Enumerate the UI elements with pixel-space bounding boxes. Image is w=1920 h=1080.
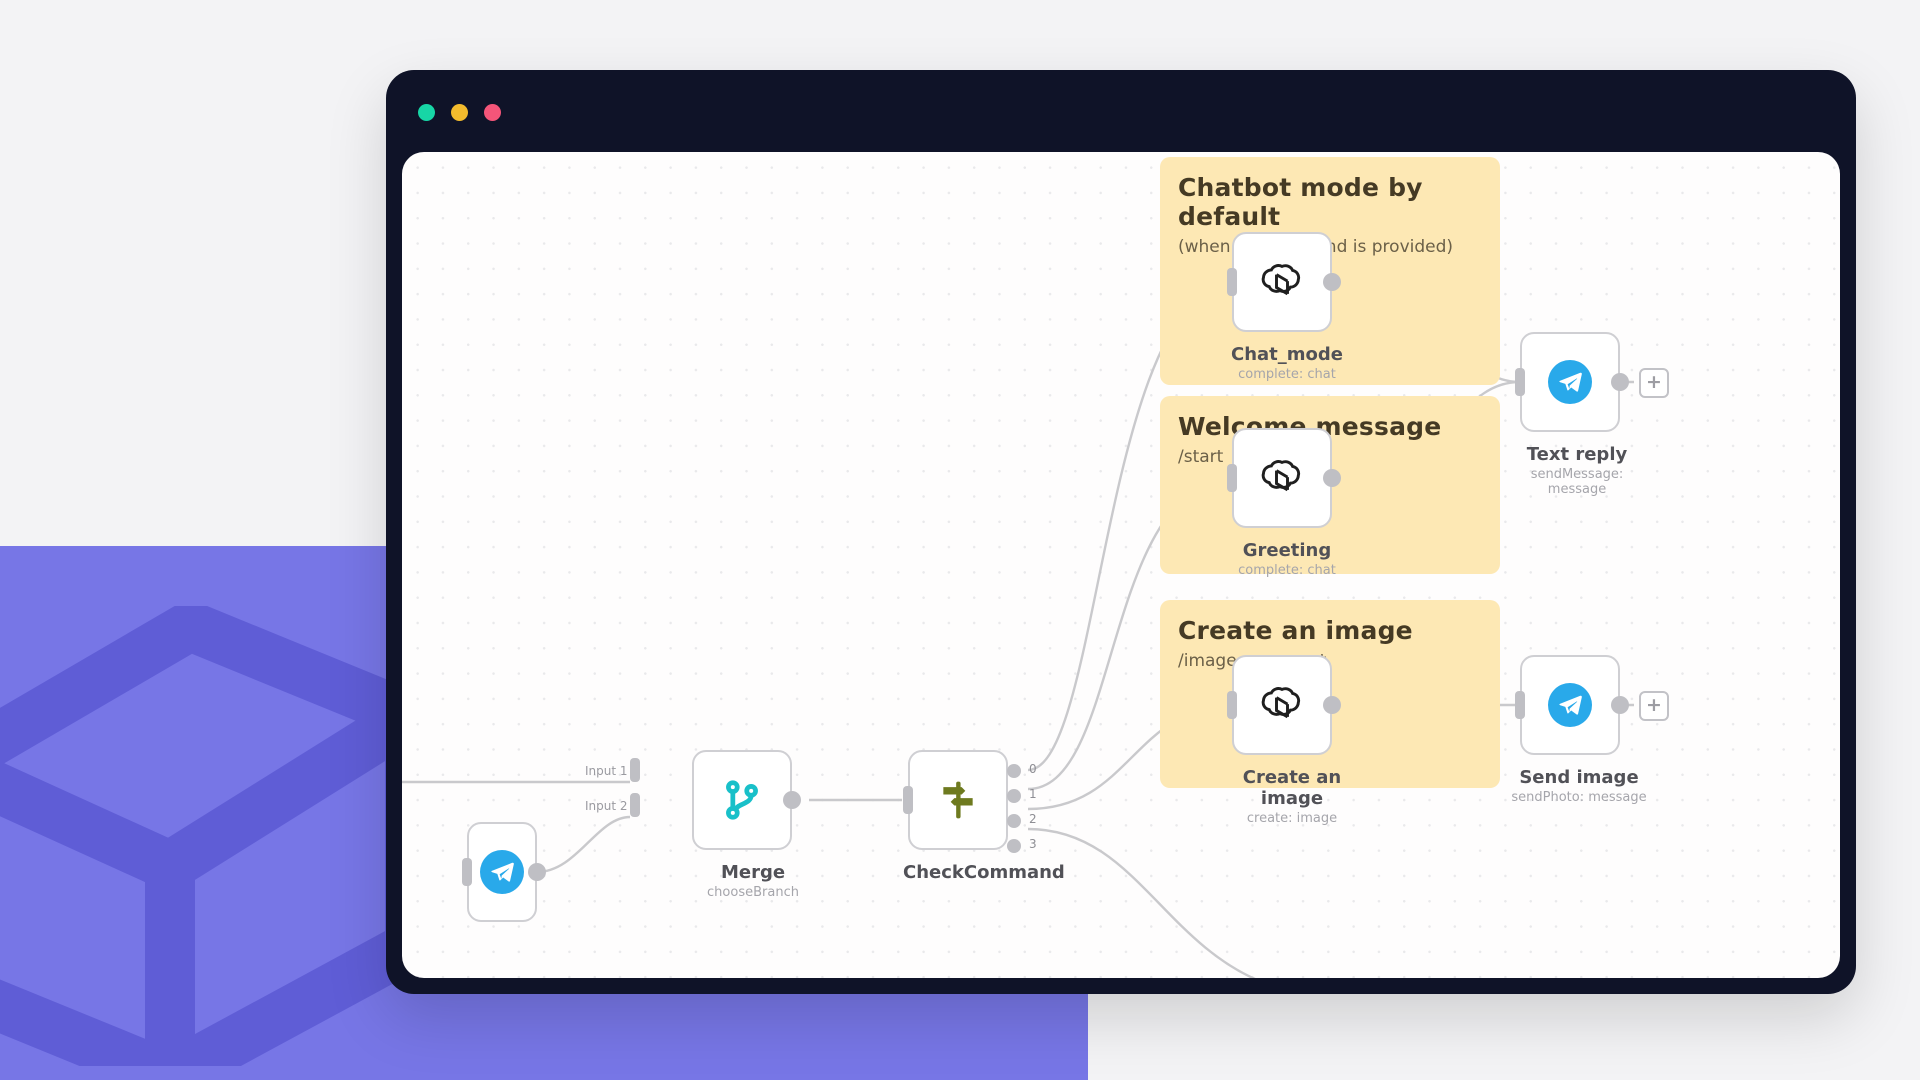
add-node-button[interactable]: + <box>1639 368 1669 398</box>
input-label-1: Input 1 <box>585 764 628 778</box>
node-output-port-0[interactable] <box>1007 764 1021 778</box>
node-sub: complete: chat <box>1227 367 1347 382</box>
node-input-port[interactable] <box>462 858 472 886</box>
output-label: 2 <box>1029 812 1037 826</box>
node-output-port[interactable] <box>1323 273 1341 291</box>
input-label-2: Input 2 <box>585 799 628 813</box>
edges-layer <box>402 152 1840 978</box>
node-name: Chat_mode <box>1227 344 1347 365</box>
node-sub: chooseBranch <box>696 885 810 900</box>
node-name: CheckCommand <box>903 862 1023 883</box>
node-text-reply[interactable]: Text reply sendMessage: message <box>1515 332 1645 497</box>
node-output-port[interactable] <box>1611 373 1629 391</box>
output-label: 3 <box>1029 837 1037 851</box>
group-title: Chatbot mode by default <box>1178 173 1482 231</box>
output-label: 0 <box>1029 762 1037 776</box>
telegram-icon <box>480 850 524 894</box>
node-output-port[interactable] <box>528 863 546 881</box>
group-title: Create an image <box>1178 616 1482 645</box>
node-name: Merge <box>696 862 810 883</box>
openai-icon <box>1260 456 1304 500</box>
workflow-canvas[interactable]: Chatbot mode by default (when no command… <box>402 152 1840 978</box>
add-node-button[interactable]: + <box>1639 691 1669 721</box>
node-create-image[interactable]: Create an image create: image <box>1227 655 1367 826</box>
node-send-image[interactable]: Send image sendPhoto: message <box>1515 655 1655 805</box>
app-window: Chatbot mode by default (when no command… <box>386 70 1856 994</box>
node-sub: create: image <box>1217 811 1367 826</box>
node-output-port-1[interactable] <box>1007 789 1021 803</box>
node-name: Send image <box>1503 767 1655 788</box>
openai-icon <box>1260 683 1304 727</box>
node-input-port[interactable] <box>903 786 913 814</box>
close-dot-icon[interactable] <box>418 104 435 121</box>
node-output-port-2[interactable] <box>1007 814 1021 828</box>
output-label: 1 <box>1029 787 1037 801</box>
node-sub: sendPhoto: message <box>1503 790 1655 805</box>
node-input-port[interactable] <box>1227 268 1237 296</box>
telegram-icon <box>1548 360 1592 404</box>
node-telegram-trigger[interactable] <box>462 822 546 922</box>
telegram-icon <box>1548 683 1592 727</box>
openai-icon <box>1260 260 1304 304</box>
git-branch-icon <box>720 778 764 822</box>
node-output-port[interactable] <box>1323 469 1341 487</box>
signpost-icon <box>936 778 980 822</box>
check-command-outputs <box>1007 764 1021 853</box>
node-output-port-3[interactable] <box>1007 839 1021 853</box>
node-output-port[interactable] <box>1611 696 1629 714</box>
node-chat-mode[interactable]: Chat_mode complete: chat <box>1227 232 1347 382</box>
node-merge[interactable]: Merge chooseBranch <box>696 750 810 900</box>
title-bar <box>386 70 1856 152</box>
node-input-port[interactable] <box>1227 691 1237 719</box>
node-output-port[interactable] <box>783 791 801 809</box>
node-name: Text reply <box>1509 444 1645 465</box>
zoom-dot-icon[interactable] <box>484 104 501 121</box>
node-input-port[interactable] <box>1515 691 1525 719</box>
node-check-command[interactable]: CheckCommand <box>903 750 1023 883</box>
node-greeting[interactable]: Greeting complete: chat <box>1227 428 1347 578</box>
node-name: Greeting <box>1227 540 1347 561</box>
node-sub: sendMessage: message <box>1509 467 1645 497</box>
node-input-port[interactable] <box>1227 464 1237 492</box>
node-input-port[interactable] <box>1515 368 1525 396</box>
node-sub: complete: chat <box>1227 563 1347 578</box>
window-controls <box>418 104 501 121</box>
node-output-port[interactable] <box>1323 696 1341 714</box>
minimize-dot-icon[interactable] <box>451 104 468 121</box>
node-name: Create an image <box>1217 767 1367 809</box>
